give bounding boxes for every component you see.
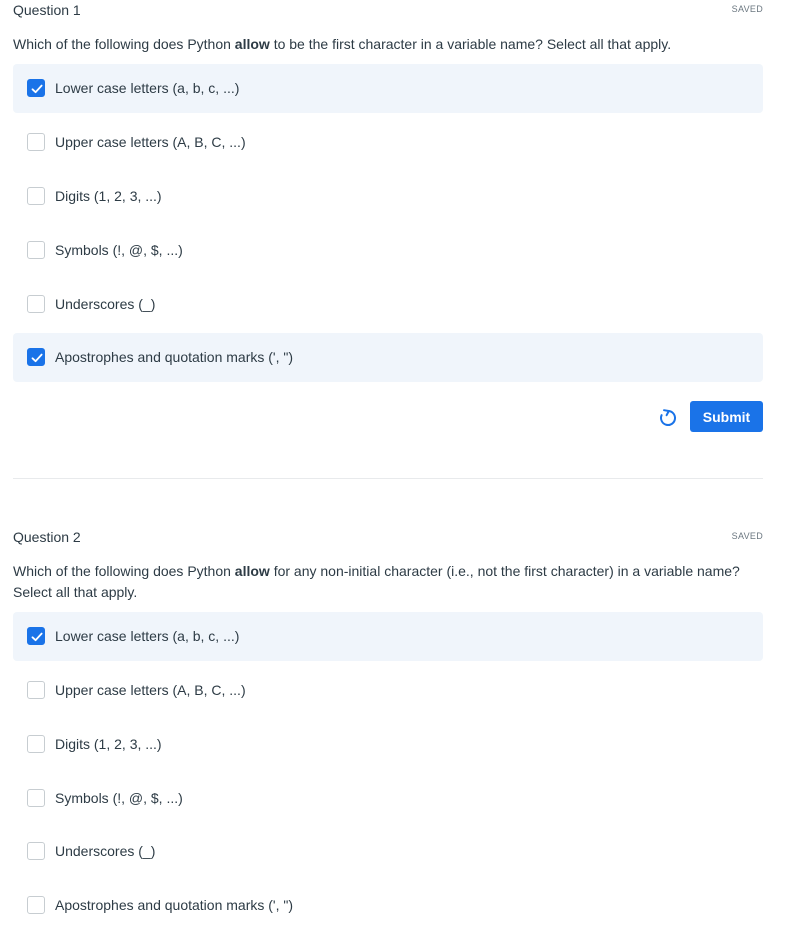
option-label: Upper case letters (A, B, C, ...) — [55, 134, 246, 150]
question-1-header: Question 1 SAVED — [13, 0, 763, 20]
checkbox[interactable] — [27, 295, 45, 313]
question-1-title: Question 1 — [13, 2, 81, 18]
q2-option[interactable]: Digits (1, 2, 3, ...) — [13, 720, 763, 769]
option-label: Symbols (!, @, $, ...) — [55, 790, 183, 806]
q1-option[interactable]: Symbols (!, @, $, ...) — [13, 226, 763, 275]
option-label: Lower case letters (a, b, c, ...) — [55, 80, 240, 96]
q2-option[interactable]: Lower case letters (a, b, c, ...) — [13, 612, 763, 661]
prompt-emphasis: allow — [234, 563, 270, 579]
submit-button[interactable]: Submit — [690, 401, 763, 432]
q2-option[interactable]: Symbols (!, @, $, ...) — [13, 774, 763, 823]
checkmark-icon — [31, 353, 43, 363]
question-divider — [13, 478, 763, 479]
q1-option[interactable]: Underscores (_) — [13, 280, 763, 329]
option-label: Upper case letters (A, B, C, ...) — [55, 682, 246, 698]
checkbox-checked[interactable] — [27, 627, 45, 645]
question-2-prompt: Which of the following does Python allow… — [13, 561, 748, 603]
checkmark-icon — [31, 632, 43, 642]
question-1-saved-status: SAVED — [731, 4, 763, 14]
checkbox-checked[interactable] — [27, 348, 45, 366]
checkbox[interactable] — [27, 735, 45, 753]
q1-option[interactable]: Apostrophes and quotation marks (', ") — [13, 333, 763, 382]
reset-icon[interactable] — [656, 406, 680, 430]
checkbox[interactable] — [27, 241, 45, 259]
checkbox[interactable] — [27, 896, 45, 914]
checkbox[interactable] — [27, 842, 45, 860]
checkbox[interactable] — [27, 789, 45, 807]
q1-option[interactable]: Digits (1, 2, 3, ...) — [13, 172, 763, 221]
prompt-emphasis: allow — [234, 36, 270, 52]
question-2-saved-status: SAVED — [731, 531, 763, 541]
prompt-text: Which of the following does Python — [13, 36, 235, 52]
checkmark-icon — [31, 84, 43, 94]
checkbox-checked[interactable] — [27, 79, 45, 97]
option-label: Apostrophes and quotation marks (', ") — [55, 897, 293, 913]
option-label: Apostrophes and quotation marks (', ") — [55, 349, 293, 365]
option-label: Lower case letters (a, b, c, ...) — [55, 628, 240, 644]
checkbox[interactable] — [27, 187, 45, 205]
question-2-header: Question 2 SAVED — [13, 527, 763, 547]
checkbox[interactable] — [27, 681, 45, 699]
prompt-text: to be the first character in a variable … — [269, 36, 672, 52]
option-label: Underscores (_) — [55, 843, 156, 859]
q2-option[interactable]: Upper case letters (A, B, C, ...) — [13, 666, 763, 715]
q1-option[interactable]: Lower case letters (a, b, c, ...) — [13, 64, 763, 113]
q2-option[interactable]: Underscores (_) — [13, 827, 763, 876]
option-label: Symbols (!, @, $, ...) — [55, 242, 183, 258]
option-label: Digits (1, 2, 3, ...) — [55, 736, 162, 752]
option-label: Underscores (_) — [55, 296, 156, 312]
prompt-text: Which of the following does Python — [13, 563, 235, 579]
q2-option[interactable]: Apostrophes and quotation marks (', ") — [13, 881, 763, 930]
q1-option[interactable]: Upper case letters (A, B, C, ...) — [13, 118, 763, 167]
question-1-prompt: Which of the following does Python allow… — [13, 34, 748, 55]
question-2-title: Question 2 — [13, 529, 81, 545]
checkbox[interactable] — [27, 133, 45, 151]
option-label: Digits (1, 2, 3, ...) — [55, 188, 162, 204]
